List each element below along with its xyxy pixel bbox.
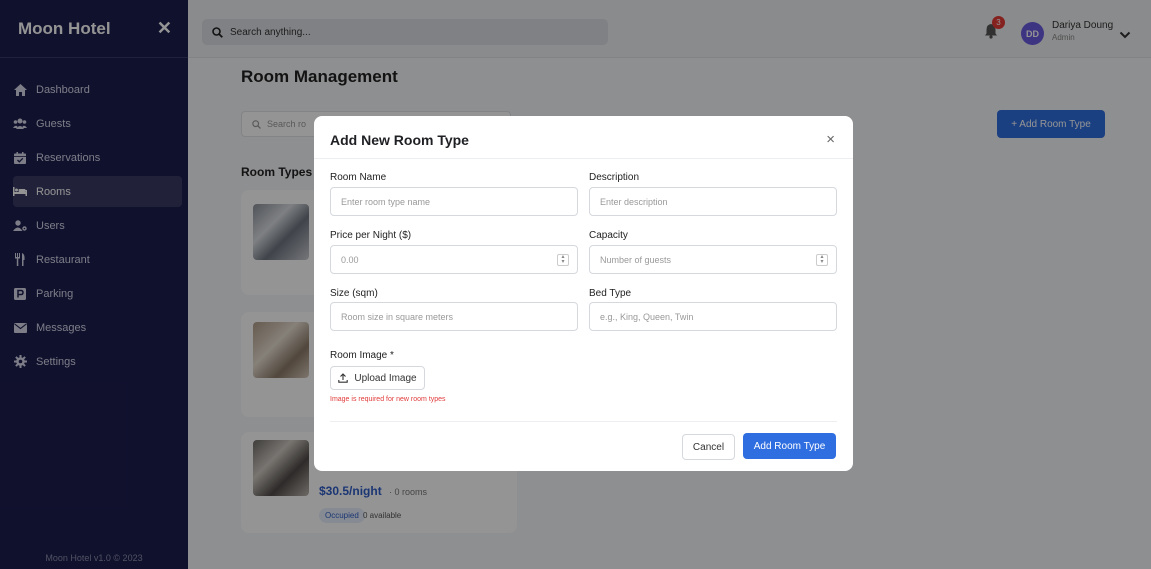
image-error-message: Image is required for new room types (330, 396, 446, 403)
upload-image-button[interactable]: Upload Image (330, 366, 425, 390)
cancel-button[interactable]: Cancel (682, 434, 735, 460)
room-name-field[interactable]: Enter room type name (330, 187, 578, 216)
description-field[interactable]: Enter description (589, 187, 837, 216)
capacity-label: Capacity (589, 230, 628, 241)
price-label: Price per Night ($) (330, 230, 412, 241)
size-field[interactable]: Room size in square meters (330, 302, 578, 331)
capacity-field[interactable]: Number of guests ▴ ▾ (589, 245, 837, 274)
stepper-icon[interactable]: ▴ ▾ (816, 254, 828, 266)
close-icon[interactable]: × (826, 131, 835, 148)
size-label: Size (sqm) (330, 288, 378, 299)
stepper-icon[interactable]: ▴ ▾ (557, 254, 569, 266)
bed-type-placeholder: e.g., King, Queen, Twin (600, 311, 694, 322)
submit-add-room-type-button[interactable]: Add Room Type (743, 433, 836, 459)
room-image-label: Room Image * (330, 350, 394, 361)
room-name-label: Room Name (330, 172, 387, 183)
capacity-placeholder: Number of guests (600, 254, 672, 265)
price-placeholder: 0.00 (341, 254, 359, 265)
upload-icon (338, 373, 349, 383)
bed-type-label: Bed Type (589, 288, 632, 299)
bed-type-field[interactable]: e.g., King, Queen, Twin (589, 302, 837, 331)
modal-title: Add New Room Type (330, 132, 469, 148)
add-room-type-modal: Add New Room Type × Room Name Enter room… (314, 116, 853, 471)
upload-label: Upload Image (354, 372, 417, 384)
description-label: Description (589, 172, 640, 183)
room-name-placeholder: Enter room type name (341, 196, 431, 207)
divider (314, 158, 853, 159)
description-placeholder: Enter description (600, 196, 668, 207)
size-placeholder: Room size in square meters (341, 311, 454, 322)
price-field[interactable]: 0.00 ▴ ▾ (330, 245, 578, 274)
divider (330, 421, 837, 422)
